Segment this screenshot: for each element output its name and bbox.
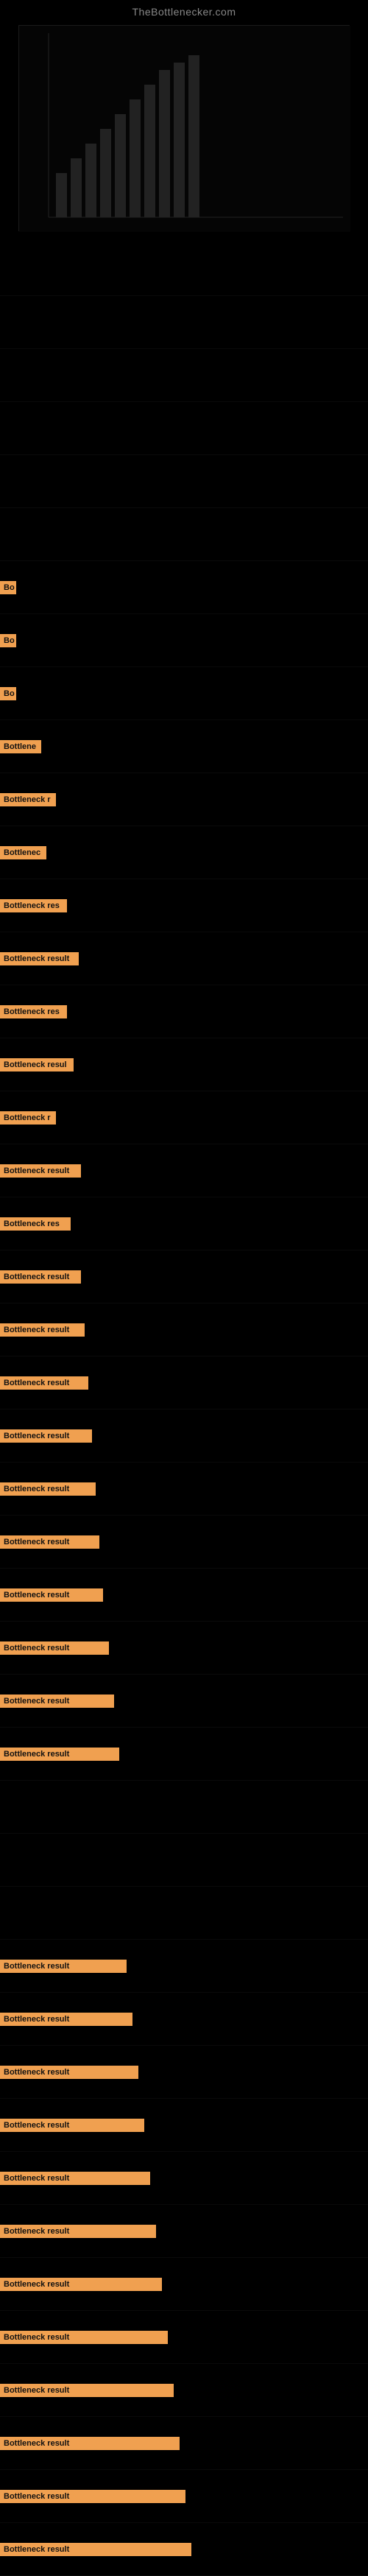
table-row: Bottleneck result	[0, 2046, 368, 2099]
table-row: Bottleneck result	[0, 1622, 368, 1675]
bar-label: Bo	[0, 687, 16, 700]
table-row	[0, 1834, 368, 1887]
bar-label: Bottleneck result	[0, 2543, 191, 2556]
table-row: Bottleneck res	[0, 985, 368, 1038]
table-row: Bottleneck result	[0, 1463, 368, 1516]
table-row: Bottleneck result	[0, 1728, 368, 1781]
bar-label: Bottleneck result	[0, 2013, 132, 2026]
table-row: Bottleneck result	[0, 2152, 368, 2205]
table-row: Bottleneck result	[0, 1303, 368, 1356]
bar-label: Bo	[0, 581, 16, 594]
table-row	[0, 349, 368, 402]
bar-label: Bottleneck result	[0, 1270, 81, 1284]
table-row: Bottleneck r	[0, 773, 368, 826]
table-row: Bottleneck result	[0, 1516, 368, 1569]
bar-label: Bottleneck result	[0, 1748, 119, 1761]
table-row: Bottlene	[0, 720, 368, 773]
bar-label: Bottleneck result	[0, 2172, 150, 2185]
table-row: Bottleneck res	[0, 879, 368, 932]
table-row: Bottleneck result	[0, 1356, 368, 1410]
bar-label: Bottleneck result	[0, 1164, 81, 1178]
chart-area	[18, 25, 350, 231]
bar-label: Bottleneck result	[0, 1588, 103, 1602]
table-row: Bottleneck result	[0, 2417, 368, 2470]
bar-label: Bottleneck res	[0, 1005, 67, 1018]
table-row: Bottleneck result	[0, 1675, 368, 1728]
bar-label: Bottleneck r	[0, 1111, 56, 1125]
table-row	[0, 1887, 368, 1940]
bar-label: Bottleneck result	[0, 2066, 138, 2079]
bar-label: Bottleneck result	[0, 1535, 99, 1549]
bar-label: Bottleneck result	[0, 1641, 109, 1655]
table-row	[0, 243, 368, 296]
table-row: Bottleneck resul	[0, 1038, 368, 1091]
bar-label: Bottlenec	[0, 846, 46, 859]
bar-label: Bottleneck result	[0, 952, 79, 965]
bar-label: Bottleneck result	[0, 2331, 168, 2344]
table-row: Bo	[0, 561, 368, 614]
table-row: Bottleneck result	[0, 1940, 368, 1993]
table-row: Bottleneck r	[0, 1091, 368, 1144]
bar-label: Bottleneck result	[0, 2119, 144, 2132]
table-row: Bottleneck result	[0, 2205, 368, 2258]
table-row: Bottleneck result	[0, 2099, 368, 2152]
table-row: Bottleneck result	[0, 2311, 368, 2364]
bar-label: Bottleneck r	[0, 793, 56, 806]
table-row: Bottleneck result	[0, 2470, 368, 2523]
bar-label: Bottleneck res	[0, 899, 67, 912]
bar-label: Bottlene	[0, 740, 41, 753]
bar-label: Bottleneck result	[0, 2384, 174, 2397]
table-row: Bottleneck result	[0, 1144, 368, 1197]
table-row	[0, 508, 368, 561]
table-row: Bottleneck result	[0, 932, 368, 985]
rows-section: Bo Bo Bo Bottlene Bottleneck r Bottlenec Bottl…	[0, 243, 368, 2576]
table-row: Bottleneck result	[0, 2258, 368, 2311]
table-row	[0, 1781, 368, 1834]
bar-label: Bottleneck result	[0, 2437, 180, 2450]
table-row	[0, 402, 368, 455]
bar-label: Bottleneck result	[0, 1323, 85, 1337]
bar-label: Bottleneck result	[0, 2278, 162, 2291]
table-row: Bottleneck result	[0, 1993, 368, 2046]
header-section: TheBottlenecker.com	[0, 0, 368, 243]
table-row: Bottleneck result	[0, 1569, 368, 1622]
table-row: Bottlenec	[0, 826, 368, 879]
table-row	[0, 455, 368, 508]
table-row: Bottleneck result	[0, 1410, 368, 1463]
bar-label: Bo	[0, 634, 16, 647]
chart-svg	[19, 26, 350, 232]
table-row	[0, 296, 368, 349]
bar-label: Bottleneck res	[0, 1217, 71, 1231]
table-row: Bottleneck res	[0, 1197, 368, 1250]
table-row: Bottleneck result	[0, 1250, 368, 1303]
bar-label: Bottleneck result	[0, 2490, 185, 2503]
bar-label: Bottleneck result	[0, 1960, 127, 1973]
bar-label: Bottleneck result	[0, 1429, 92, 1443]
page-container: TheBottlenecker.com	[0, 0, 368, 2576]
bar-label: Bottleneck result	[0, 2225, 156, 2238]
site-title: TheBottlenecker.com	[0, 0, 368, 18]
table-row: Bottleneck result	[0, 2364, 368, 2417]
table-row: Bo	[0, 667, 368, 720]
table-row: Bottleneck result	[0, 2523, 368, 2576]
bar-label: Bottleneck result	[0, 1376, 88, 1390]
bar-label: Bottleneck result	[0, 1695, 114, 1708]
bar-label: Bottleneck resul	[0, 1058, 74, 1071]
bar-label: Bottleneck result	[0, 1482, 96, 1496]
table-row: Bo	[0, 614, 368, 667]
